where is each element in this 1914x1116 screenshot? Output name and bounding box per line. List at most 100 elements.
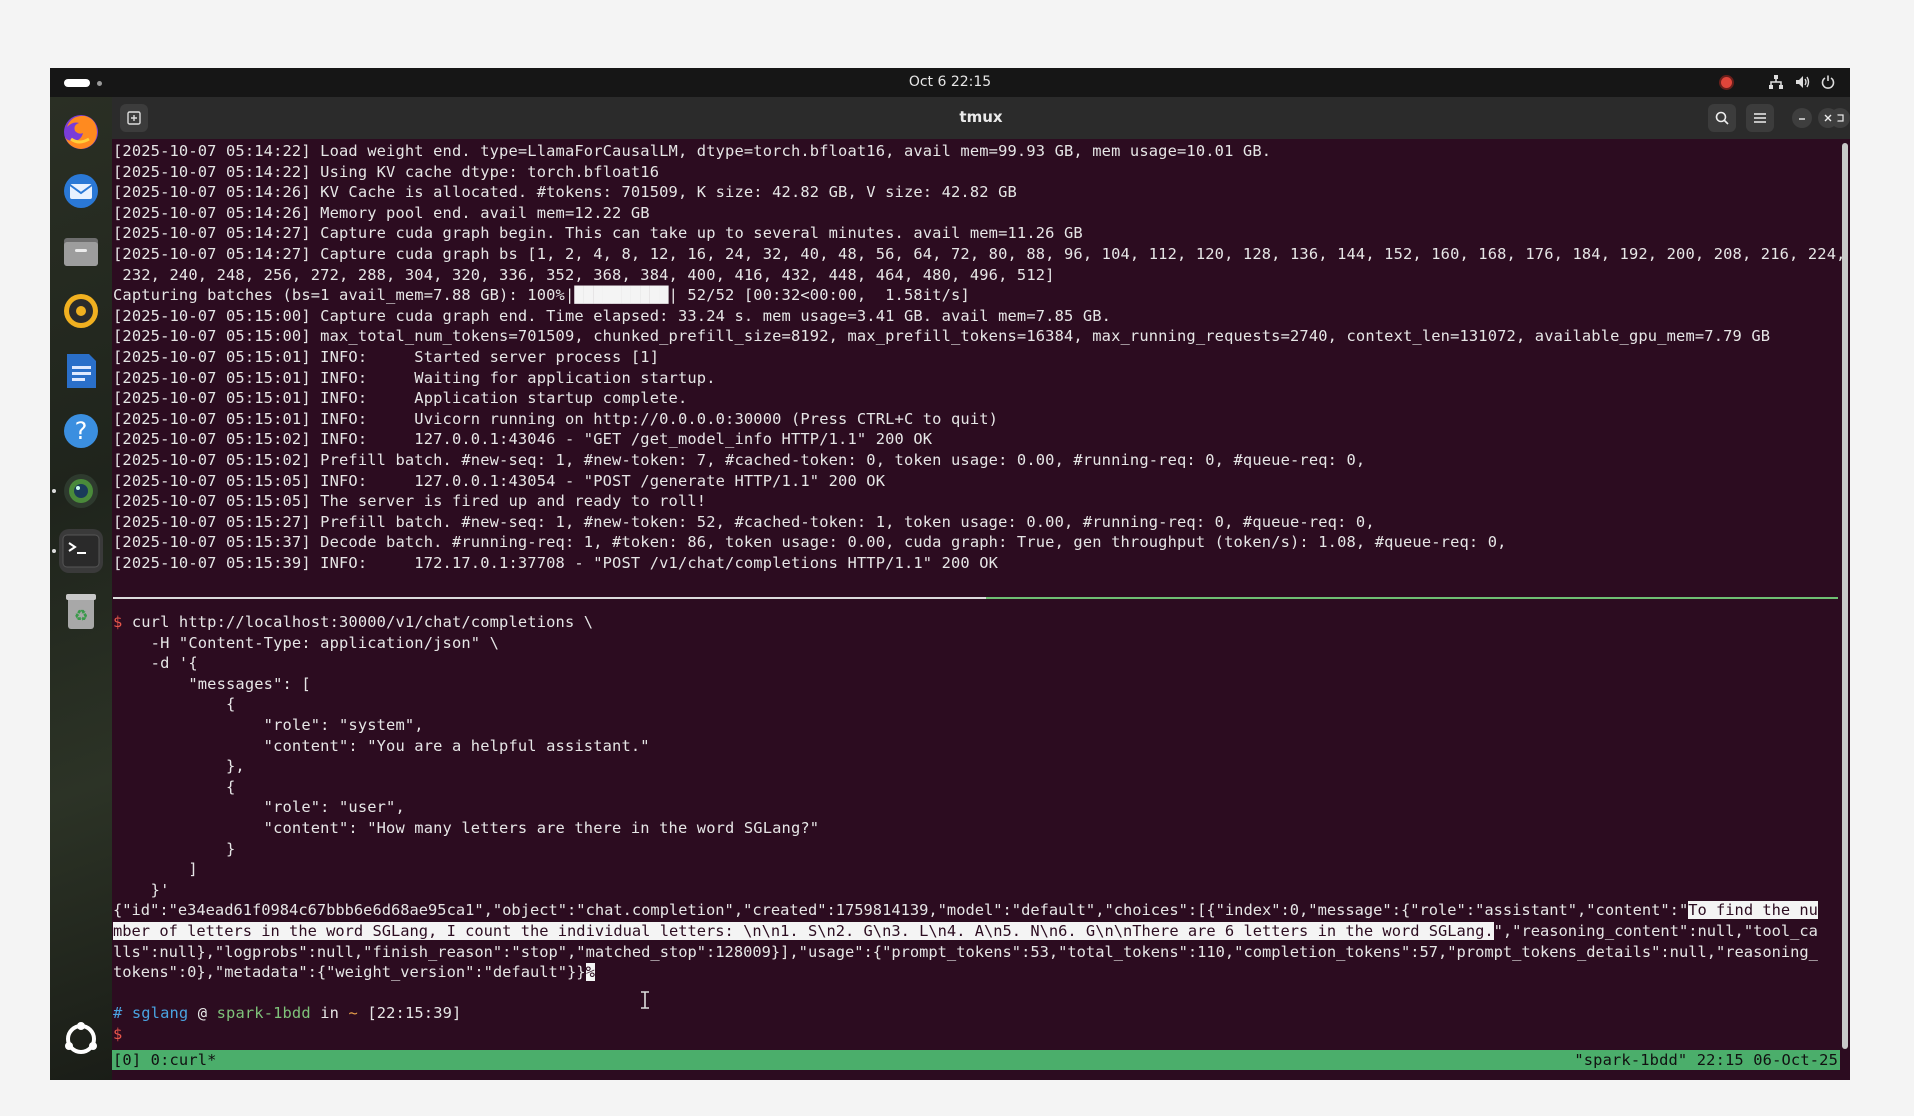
prompt-at: @ <box>197 1004 208 1023</box>
response-line: lls":null},"logprobs":null,"finish_reaso… <box>113 942 1818 961</box>
log-line: [2025-10-07 05:15:02] INFO: 127.0.0.1:43… <box>113 430 933 449</box>
system-tray[interactable] <box>1721 74 1836 90</box>
pane-divider-active[interactable] <box>986 597 1838 599</box>
menu-button[interactable] <box>1746 104 1774 132</box>
log-line: [2025-10-07 05:15:05] The server is fire… <box>113 492 707 511</box>
log-line: [2025-10-07 05:14:27] Capture cuda graph… <box>113 245 1846 263</box>
response-text: {"id":"e34ead61f0984c67bbb6e6d68ae95ca1"… <box>113 901 1689 920</box>
command-line: "messages": [ <box>113 674 311 693</box>
window-titlebar[interactable]: tmux <box>112 97 1850 139</box>
log-line: [2025-10-07 05:15:02] Prefill batch. #ne… <box>113 451 1366 469</box>
selected-text[interactable]: To find the nu <box>1688 901 1818 920</box>
command-line: { <box>113 695 236 714</box>
log-line: [2025-10-07 05:14:26] Memory pool end. a… <box>113 203 650 222</box>
prompt-in: in <box>320 1004 340 1023</box>
command-line: { <box>113 777 236 796</box>
log-line: [2025-10-07 05:15:01] INFO: Application … <box>113 389 688 408</box>
command-line: }, <box>113 757 245 776</box>
log-line: [2025-10-07 05:15:27] Prefill batch. #ne… <box>113 512 1375 531</box>
window-title: tmux <box>959 108 1003 126</box>
command-line: "role": "system", <box>113 716 424 734</box>
prompt-info-line: # sglang @ spark-1bdd in ~ [22:15:39] <box>113 1003 461 1024</box>
response-line: mber of letters in the word SGLang, I co… <box>113 921 1818 942</box>
log-line: [2025-10-07 05:15:00] max_total_num_toke… <box>113 327 1771 346</box>
log-line: [2025-10-07 05:15:05] INFO: 127.0.0.1:43… <box>113 471 886 490</box>
svg-text:?: ? <box>75 417 88 445</box>
terminal-content[interactable]: [2025-10-07 05:14:22] Load weight end. t… <box>112 139 1845 1080</box>
log-line: [2025-10-07 05:15:00] Capture cuda graph… <box>113 306 1112 325</box>
close-button[interactable] <box>1818 108 1838 128</box>
camera-icon[interactable] <box>59 469 103 513</box>
log-line: [2025-10-07 05:14:22] Load weight end. t… <box>113 142 1272 160</box>
network-icon[interactable] <box>1768 74 1784 90</box>
prompt-user: sglang <box>131 1004 189 1023</box>
terminal-cursor: % <box>585 963 595 982</box>
response-line: {"id":"e34ead61f0984c67bbb6e6d68ae95ca1"… <box>113 900 1818 921</box>
prompt-hash: # <box>113 1004 123 1023</box>
files-icon[interactable] <box>59 229 103 273</box>
log-line: [2025-10-07 05:15:01] INFO: Uvicorn runn… <box>113 409 999 428</box>
command-line: "content": "You are a helpful assistant.… <box>113 736 650 755</box>
tmux-status-bar: [0] 0:curl* "spark-1bdd" 22:15 06-Oct-25 <box>112 1050 1840 1070</box>
close-icon <box>1824 114 1832 122</box>
command-line: }' <box>113 880 170 899</box>
command-line: $ curl http://localhost:30000/v1/chat/co… <box>113 612 593 633</box>
writer-icon[interactable] <box>59 349 103 393</box>
progress-prefix: Capturing batches (bs=1 avail_mem=7.88 G… <box>113 286 575 305</box>
prompt-symbol: $ <box>113 613 123 631</box>
response-text: tokens":0},"metadata":{"weight_version":… <box>113 963 586 982</box>
firefox-icon[interactable] <box>59 109 103 153</box>
response-text: ","reasoning_content":null,"tool_ca <box>1493 922 1818 940</box>
log-line: [2025-10-07 05:14:27] Capture cuda graph… <box>113 224 1083 243</box>
tmux-status-right: "spark-1bdd" 22:15 06-Oct-25 <box>1574 1051 1838 1069</box>
prompt-symbol: $ <box>113 1025 123 1043</box>
progress-bar: ██████████ <box>574 286 669 305</box>
show-apps-icon[interactable] <box>59 1017 103 1061</box>
log-line: [2025-10-07 05:15:01] INFO: Started serv… <box>113 348 660 366</box>
command-line: "role": "user", <box>113 798 405 817</box>
running-indicator <box>52 489 56 493</box>
search-icon <box>1715 111 1729 125</box>
log-line: [2025-10-07 05:15:39] INFO: 172.17.0.1:3… <box>113 554 999 572</box>
log-line: [2025-10-07 05:14:22] Using KV cache dty… <box>113 162 660 181</box>
command-line: -d '{ <box>113 654 198 673</box>
running-indicator <box>52 549 56 553</box>
recording-icon[interactable] <box>1721 76 1732 88</box>
log-line: [2025-10-07 05:15:01] INFO: Waiting for … <box>113 368 716 387</box>
volume-icon[interactable] <box>1794 74 1810 90</box>
progress-line: Capturing batches (bs=1 avail_mem=7.88 G… <box>113 285 970 306</box>
scrollbar[interactable] <box>1842 143 1848 1049</box>
command-line: ] <box>113 860 198 879</box>
rhythmbox-icon[interactable] <box>59 289 103 333</box>
prompt-host: spark-1bdd <box>216 1004 311 1023</box>
command-line: } <box>113 839 236 858</box>
clock[interactable]: Oct 6 22:15 <box>50 74 1850 90</box>
search-button[interactable] <box>1708 104 1736 132</box>
log-line: 232, 240, 248, 256, 272, 288, 304, 320, … <box>113 265 1055 284</box>
terminal-window: tmux [2025-10-07 05:14:22] Load weight e… <box>112 97 1850 1080</box>
prompt-dir: ~ <box>348 1004 358 1023</box>
response-line: tokens":0},"metadata":{"weight_version":… <box>113 962 595 983</box>
help-icon[interactable]: ? <box>59 409 103 453</box>
desktop-screen: Oct 6 22:15 ? ♻ tmux [2025-10-07 05:14:2… <box>50 68 1850 1080</box>
minimize-button[interactable] <box>1792 108 1812 128</box>
progress-suffix: | 52/52 [00:32<00:00, 1.58it/s] <box>668 286 970 305</box>
command-line: "content": "How many letters are there i… <box>113 819 820 837</box>
command-text: curl http://localhost:30000/v1/chat/comp… <box>122 613 594 631</box>
selected-text[interactable]: mber of letters in the word SGLang, I co… <box>113 922 1494 940</box>
thunderbird-icon[interactable] <box>59 169 103 213</box>
pane-divider[interactable] <box>113 597 986 599</box>
trash-icon[interactable]: ♻ <box>59 589 103 633</box>
terminal-icon[interactable] <box>59 529 103 573</box>
dock: ? ♻ <box>50 97 112 1080</box>
log-line: [2025-10-07 05:14:26] KV Cache is alloca… <box>113 183 1017 202</box>
text-cursor-icon <box>639 991 651 1015</box>
tmux-window-list[interactable]: [0] 0:curl* <box>113 1050 217 1071</box>
log-line: [2025-10-07 05:15:37] Decode batch. #run… <box>113 533 1507 552</box>
prompt-time: [22:15:39] <box>367 1004 462 1023</box>
prompt-line[interactable]: $ <box>113 1024 122 1045</box>
svg-text:♻: ♻ <box>74 606 88 625</box>
command-line: -H "Content-Type: application/json" \ <box>113 633 500 652</box>
hamburger-icon <box>1754 113 1766 123</box>
power-icon[interactable] <box>1820 74 1836 90</box>
